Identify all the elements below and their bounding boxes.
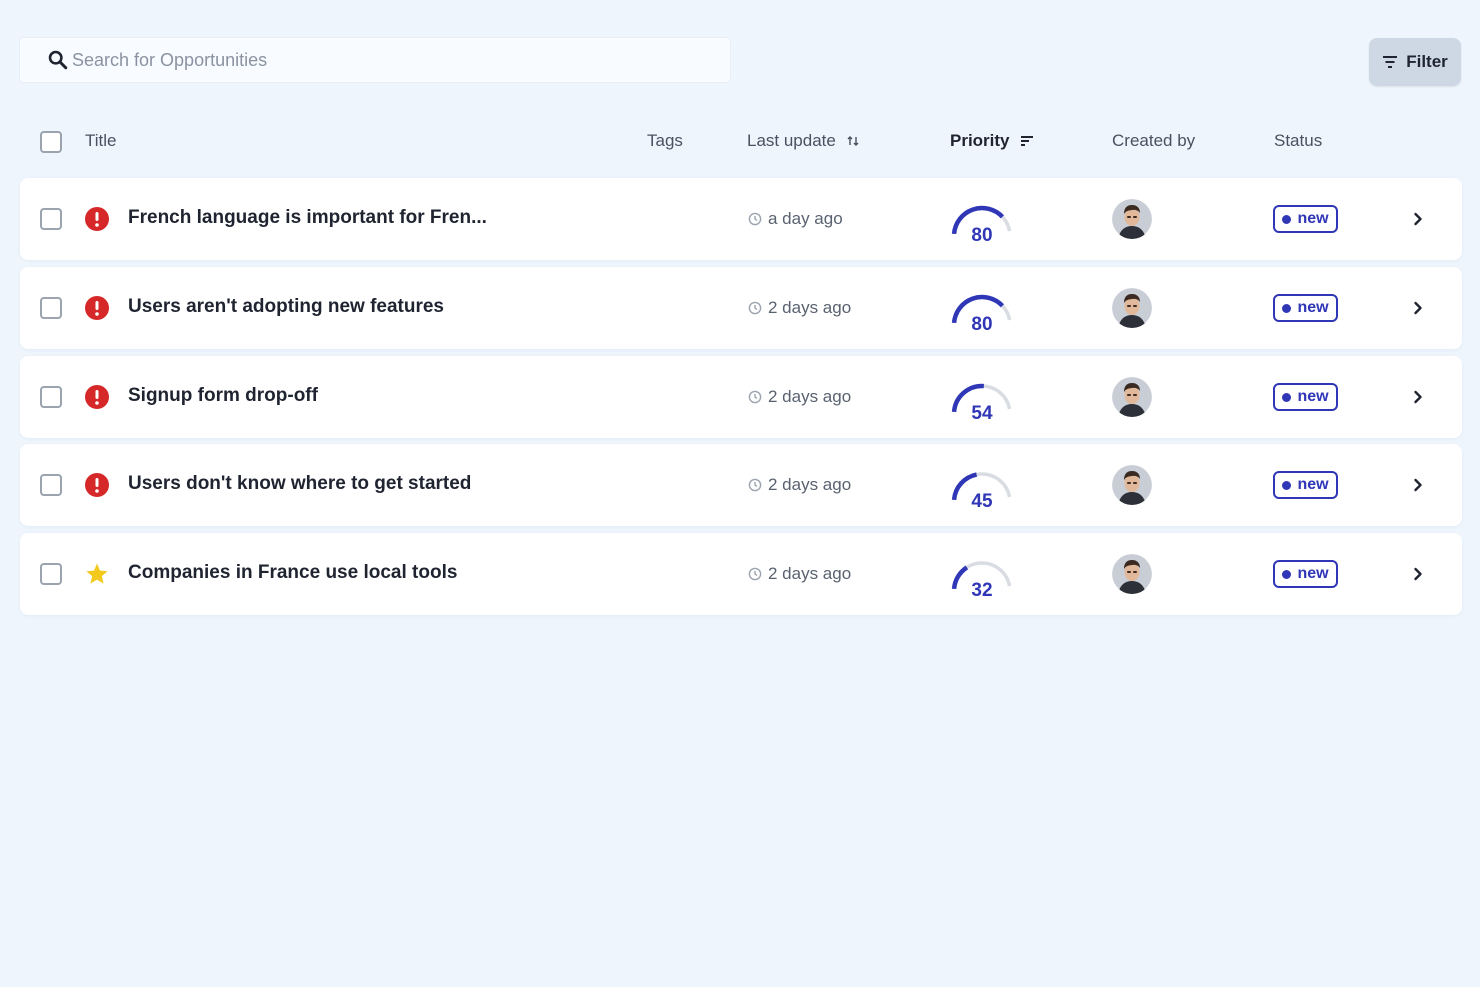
status-dot xyxy=(1282,569,1292,579)
last-update: 2 days ago xyxy=(748,298,851,318)
avatar-icon xyxy=(1112,199,1152,239)
avatar-icon xyxy=(1112,377,1152,417)
opportunity-title[interactable]: Signup form drop-off xyxy=(128,385,318,407)
row-checkbox[interactable] xyxy=(40,386,62,408)
avatar[interactable] xyxy=(1112,199,1152,239)
table-row[interactable]: French language is important for Fren...… xyxy=(20,178,1462,260)
avatar-icon xyxy=(1112,465,1152,505)
column-last-update[interactable]: Last update xyxy=(747,131,860,151)
clock-icon xyxy=(748,390,762,404)
star-icon xyxy=(86,563,108,584)
status-dot xyxy=(1282,480,1292,490)
priority-value: 54 xyxy=(971,403,993,422)
status-label: new xyxy=(1297,210,1329,227)
clock-icon xyxy=(748,478,762,492)
filter-icon xyxy=(1383,56,1398,68)
status-badge[interactable]: new xyxy=(1273,383,1338,411)
priority-gauge: 45 xyxy=(951,472,1012,510)
avatar-icon xyxy=(1112,288,1152,328)
status-label: new xyxy=(1297,388,1329,405)
column-last-update-label: Last update xyxy=(747,131,836,150)
chevron-right-icon[interactable] xyxy=(1408,564,1428,584)
row-checkbox[interactable] xyxy=(40,208,62,230)
column-created-by-label: Created by xyxy=(1112,131,1196,150)
priority-value: 80 xyxy=(971,314,992,333)
search-icon xyxy=(48,50,68,70)
last-update-text: 2 days ago xyxy=(768,475,852,494)
status-dot xyxy=(1282,392,1292,402)
row-checkbox[interactable] xyxy=(40,563,62,585)
row-checkbox[interactable] xyxy=(40,297,62,319)
status-dot xyxy=(1282,303,1292,313)
column-priority[interactable]: Priority xyxy=(950,131,1034,151)
filter-button[interactable]: Filter xyxy=(1369,38,1461,86)
table-row[interactable]: Signup form drop-off 2 days ago 54 new xyxy=(20,356,1462,438)
chevron-right-icon[interactable] xyxy=(1408,298,1428,318)
opportunity-title[interactable]: Users don't know where to get started xyxy=(128,473,471,495)
priority-value: 45 xyxy=(971,491,993,510)
last-update-text: 2 days ago xyxy=(768,298,852,317)
select-all-checkbox[interactable] xyxy=(40,131,62,153)
alert-icon xyxy=(85,385,109,409)
status-badge[interactable]: new xyxy=(1273,471,1338,499)
table-row[interactable]: Users don't know where to get started 2 … xyxy=(20,444,1462,526)
avatar[interactable] xyxy=(1112,377,1152,417)
chevron-right-icon[interactable] xyxy=(1408,387,1428,407)
opportunity-title[interactable]: Users aren't adopting new features xyxy=(128,296,444,318)
avatar[interactable] xyxy=(1112,288,1152,328)
status-badge[interactable]: new xyxy=(1273,560,1338,588)
priority-gauge: 80 xyxy=(951,205,1012,244)
avatar-icon xyxy=(1112,554,1152,594)
clock-icon xyxy=(748,567,762,581)
column-tags-label: Tags xyxy=(647,131,683,150)
last-update-text: 2 days ago xyxy=(768,387,852,406)
priority-value: 80 xyxy=(971,225,992,244)
filter-label: Filter xyxy=(1406,52,1448,71)
search-bar xyxy=(20,38,730,82)
status-label: new xyxy=(1297,299,1329,316)
table-header: Title Tags Last update Priority Created … xyxy=(20,118,1462,164)
alert-icon xyxy=(85,473,109,497)
search-input[interactable] xyxy=(72,38,712,82)
priority-gauge: 80 xyxy=(951,294,1012,333)
last-update: 2 days ago xyxy=(748,475,851,495)
column-priority-label: Priority xyxy=(950,131,1010,150)
last-update: 2 days ago xyxy=(748,564,851,584)
priority-gauge: 54 xyxy=(951,383,1012,422)
chevron-right-icon[interactable] xyxy=(1408,475,1428,495)
column-status-label: Status xyxy=(1274,131,1323,150)
last-update-text: 2 days ago xyxy=(768,564,852,583)
column-title-label: Title xyxy=(85,131,117,150)
avatar[interactable] xyxy=(1112,554,1152,594)
status-dot xyxy=(1282,214,1292,224)
alert-icon xyxy=(85,296,109,320)
table-row[interactable]: Companies in France use local tools 2 da… xyxy=(20,533,1462,615)
sort-descending-icon[interactable] xyxy=(1020,135,1034,147)
avatar[interactable] xyxy=(1112,465,1152,505)
clock-icon xyxy=(748,212,762,226)
last-update-text: a day ago xyxy=(768,209,843,228)
column-tags[interactable]: Tags xyxy=(647,131,683,151)
column-status[interactable]: Status xyxy=(1274,131,1322,151)
status-label: new xyxy=(1297,476,1329,493)
clock-icon xyxy=(748,301,762,315)
status-badge[interactable]: new xyxy=(1273,294,1338,322)
last-update: a day ago xyxy=(748,209,843,229)
opportunity-title[interactable]: Companies in France use local tools xyxy=(128,562,457,584)
table-row[interactable]: Users aren't adopting new features 2 day… xyxy=(20,267,1462,349)
alert-icon xyxy=(85,207,109,231)
sort-icon[interactable] xyxy=(846,134,860,148)
row-checkbox[interactable] xyxy=(40,474,62,496)
last-update: 2 days ago xyxy=(748,387,851,407)
status-label: new xyxy=(1297,565,1329,582)
priority-gauge: 32 xyxy=(951,561,1012,599)
column-title[interactable]: Title xyxy=(85,131,117,151)
column-created-by[interactable]: Created by xyxy=(1112,131,1195,151)
opportunity-title[interactable]: French language is important for Fren... xyxy=(128,207,487,229)
chevron-right-icon[interactable] xyxy=(1408,209,1428,229)
status-badge[interactable]: new xyxy=(1273,205,1338,233)
priority-value: 32 xyxy=(971,580,992,599)
